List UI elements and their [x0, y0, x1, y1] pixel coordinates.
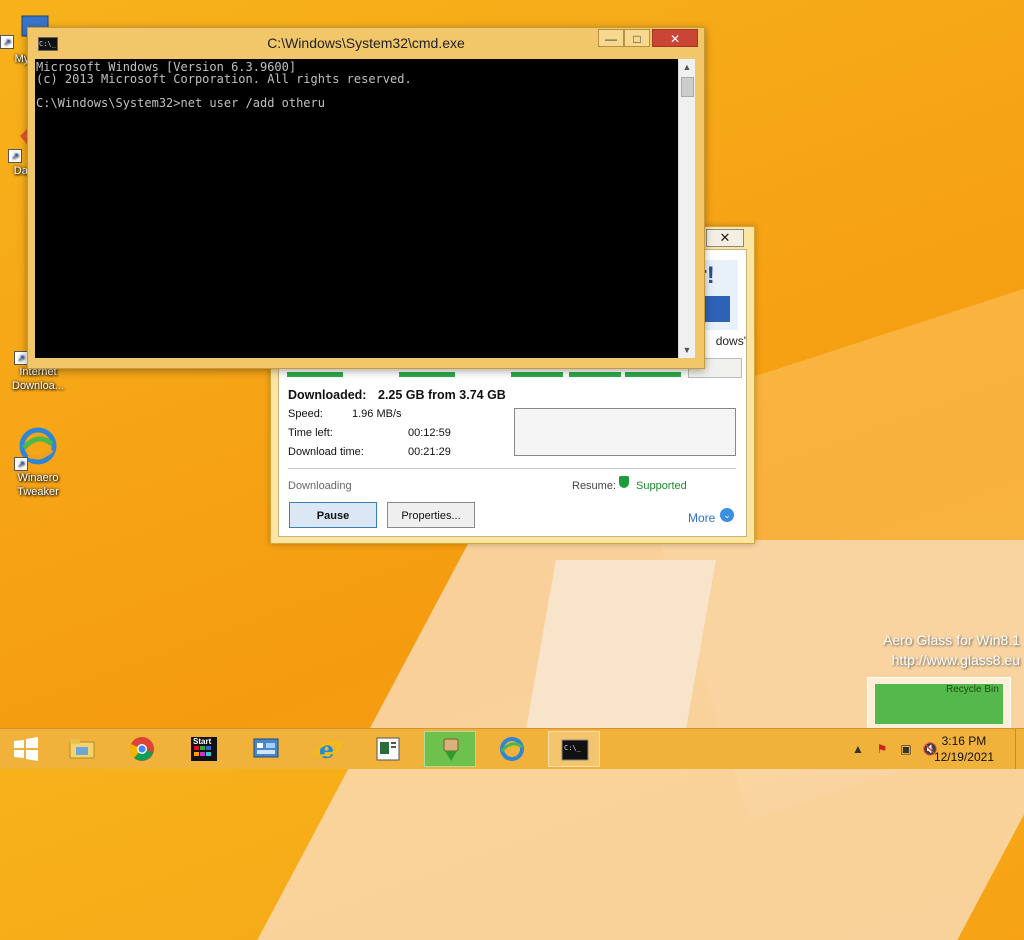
aero-glass-watermark: Aero Glass for Win8.1 http://www.glass8.… [883, 630, 1020, 670]
shortcut-arrow-icon: ↗ [8, 149, 22, 163]
download-time-label: Download time: [288, 446, 364, 458]
speed-label: Speed: [288, 408, 323, 420]
shield-icon [619, 476, 629, 488]
downloaded-value: 2.25 GB from 3.74 GB [378, 388, 506, 402]
chrome-icon [129, 737, 154, 761]
downloaded-label: Downloaded: [288, 388, 367, 402]
taskbar-document-app[interactable] [362, 731, 414, 767]
clock-date: 12/19/2021 [933, 750, 994, 764]
taskbar-start-button[interactable] [0, 731, 52, 767]
scroll-down-icon[interactable]: ▼ [679, 342, 695, 358]
chevron-up-icon[interactable]: ▲ [850, 741, 866, 757]
divider [288, 468, 736, 469]
taskbar-control-panel[interactable] [240, 731, 292, 767]
recycle-bin-thumbnail[interactable]: Recycle Bin [867, 677, 1011, 729]
winaero-tweaker-icon [500, 737, 524, 761]
taskbar-chrome[interactable] [116, 731, 168, 767]
clock[interactable]: 3:16 PM 12/19/2021 [934, 733, 994, 765]
desktop-icon-winaero-tweaker[interactable]: ↗ Winaero Tweaker [2, 426, 74, 499]
start-app-label: Start [193, 737, 212, 746]
segment [569, 372, 621, 377]
vertical-scrollbar[interactable]: ▲ ▼ [678, 59, 695, 358]
download-time-value: 00:21:29 [408, 446, 451, 458]
status-text: Downloading [288, 480, 352, 492]
resume-label: Resume: [572, 480, 617, 492]
resume-value: Supported [636, 480, 687, 492]
chevron-down-icon[interactable]: ⌄ [720, 508, 734, 522]
cmd-icon: C:\_ [561, 739, 589, 761]
taskbar-idm[interactable] [424, 731, 476, 767]
windows-label: dows' [715, 334, 746, 348]
show-desktop-button[interactable] [1015, 729, 1024, 769]
desktop-icon-label: Winaero Tweaker [17, 472, 59, 498]
segment [287, 372, 343, 377]
watermark-line: Aero Glass for Win8.1 [883, 632, 1020, 648]
minimize-button[interactable]: — [598, 29, 624, 47]
taskbar-start-app[interactable]: Start [178, 731, 230, 767]
segment [625, 372, 681, 377]
windows-logo-icon [14, 737, 38, 761]
taskbar: Start e C:\_ ▲ ⚑ ▣ 🔇 3:16 PM 12/19/2021 [0, 728, 1024, 769]
maximize-button[interactable]: □ [624, 29, 650, 47]
more-link[interactable]: More [688, 511, 715, 525]
control-panel-icon [253, 738, 279, 758]
recycle-bin-label: Recycle Bin [946, 684, 999, 695]
desktop-icon-label: Internet Downloa... [12, 366, 64, 392]
watermark-line: http://www.glass8.eu [891, 652, 1020, 668]
svg-text:e: e [319, 736, 334, 762]
idm-info-box [514, 408, 736, 456]
shortcut-arrow-icon: ↗ [14, 351, 28, 365]
internet-explorer-icon: e [314, 736, 342, 762]
close-button[interactable]: ✕ [652, 29, 698, 47]
scroll-up-icon[interactable]: ▲ [679, 59, 695, 75]
taskbar-internet-explorer[interactable]: e [302, 731, 354, 767]
clock-time: 3:16 PM [941, 734, 987, 748]
properties-button[interactable]: Properties... [387, 502, 475, 528]
idm-download-icon [443, 738, 459, 761]
download-segments-bar [287, 368, 687, 378]
document-icon [376, 737, 400, 761]
system-tray: ▲ ⚑ ▣ 🔇 3:16 PM 12/19/2021 [850, 729, 1024, 769]
taskbar-cmd[interactable]: C:\_ [548, 731, 600, 767]
segment [511, 372, 563, 377]
action-center-flag-icon[interactable]: ⚑ [874, 741, 890, 757]
cmd-window[interactable]: C:\_ C:\Windows\System32\cmd.exe — □ ✕ M… [27, 27, 705, 369]
speed-value: 1.96 MB/s [352, 408, 402, 420]
console-line: (c) 2013 Microsoft Corporation. All righ… [36, 72, 412, 86]
shortcut-arrow-icon: ↗ [14, 457, 28, 471]
folder-icon [69, 739, 95, 759]
time-left-label: Time left: [288, 427, 333, 439]
taskbar-winaero-tweaker[interactable] [486, 731, 538, 767]
scrollbar-thumb[interactable] [681, 77, 694, 97]
time-left-value: 00:12:59 [408, 427, 451, 439]
console-output[interactable]: Microsoft Windows [Version 6.3.9600] (c)… [35, 59, 678, 358]
pause-button[interactable]: Pause [289, 502, 377, 528]
shortcut-arrow-icon: ↗ [0, 35, 14, 49]
idm-close-button[interactable]: ✕ [706, 229, 744, 247]
wallpaper-shape-highlight [524, 560, 716, 740]
taskbar-file-explorer[interactable] [56, 731, 108, 767]
network-icon[interactable]: ▣ [898, 741, 914, 757]
segment [399, 372, 455, 377]
svg-text:C:\_: C:\_ [564, 744, 582, 752]
console-line: C:\Windows\System32>net user /add otheru [36, 96, 325, 110]
